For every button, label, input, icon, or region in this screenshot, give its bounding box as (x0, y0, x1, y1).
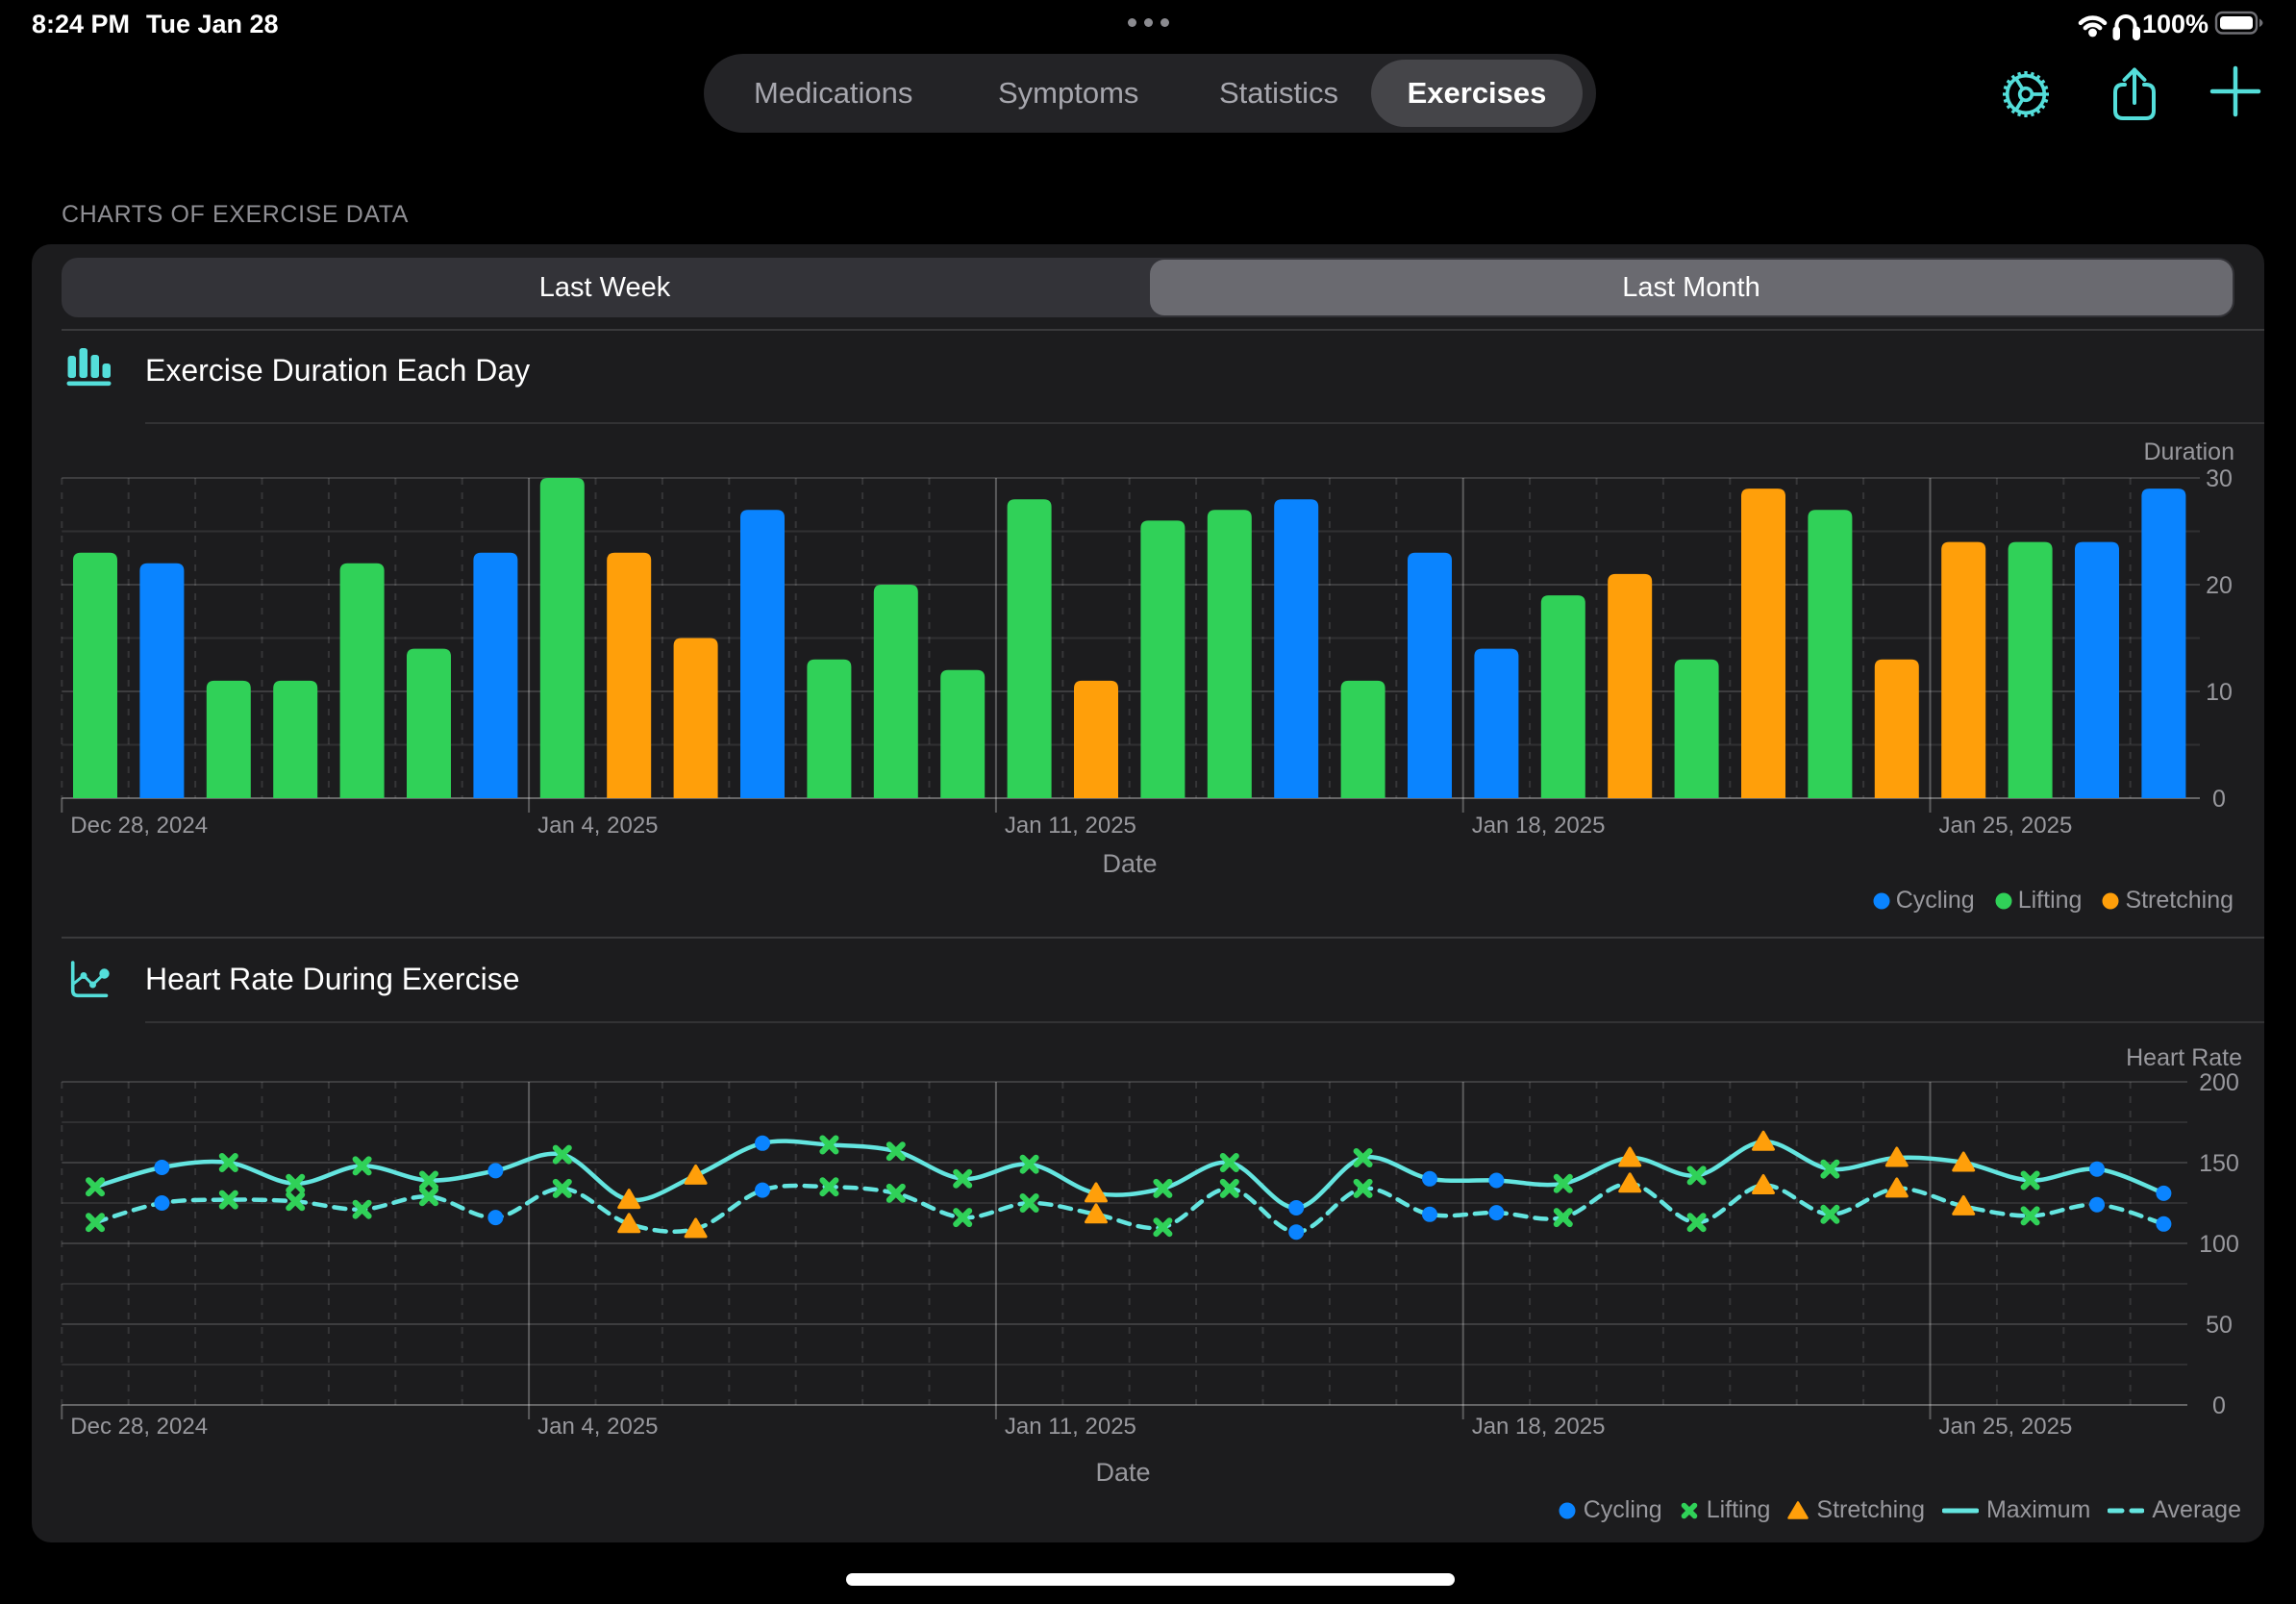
svg-text:Jan 11, 2025: Jan 11, 2025 (1005, 813, 1136, 839)
svg-text:100: 100 (2199, 1231, 2239, 1258)
svg-text:Dec 28, 2024: Dec 28, 2024 (70, 1414, 208, 1440)
svg-text:30: 30 (2206, 465, 2233, 492)
svg-text:20: 20 (2206, 572, 2233, 599)
svg-text:Jan 4, 2025: Jan 4, 2025 (537, 813, 658, 839)
svg-text:10: 10 (2206, 679, 2233, 706)
svg-text:Date: Date (1095, 1458, 1150, 1487)
svg-text:Heart Rate: Heart Rate (2126, 1044, 2242, 1071)
svg-text:Date: Date (1102, 849, 1157, 878)
svg-text:Dec 28, 2024: Dec 28, 2024 (70, 813, 208, 839)
svg-text:200: 200 (2199, 1069, 2239, 1096)
svg-text:0: 0 (2212, 786, 2226, 813)
svg-text:50: 50 (2206, 1312, 2233, 1339)
svg-text:Jan 11, 2025: Jan 11, 2025 (1005, 1414, 1136, 1440)
svg-text:Jan 4, 2025: Jan 4, 2025 (537, 1414, 658, 1440)
svg-text:Jan 18, 2025: Jan 18, 2025 (1472, 1414, 1606, 1440)
svg-text:Jan 18, 2025: Jan 18, 2025 (1472, 813, 1606, 839)
svg-text:Duration: Duration (2144, 439, 2235, 465)
svg-text:0: 0 (2212, 1392, 2226, 1419)
svg-text:Jan 25, 2025: Jan 25, 2025 (1939, 1414, 2073, 1440)
svg-text:Jan 25, 2025: Jan 25, 2025 (1939, 813, 2073, 839)
svg-text:150: 150 (2199, 1150, 2239, 1177)
